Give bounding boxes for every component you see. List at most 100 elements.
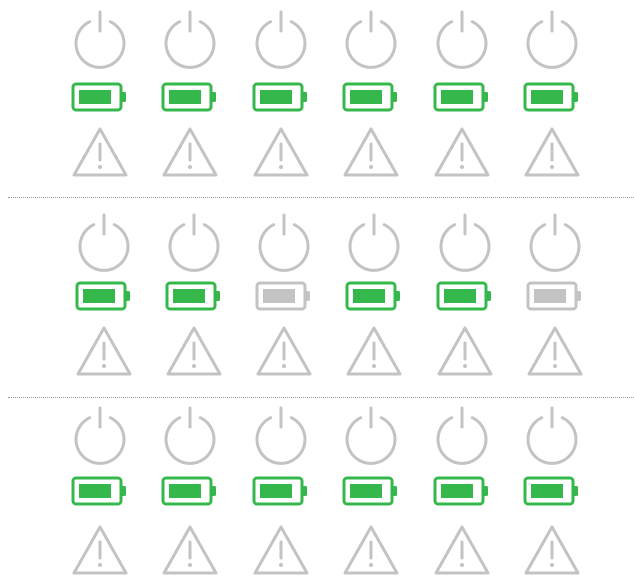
battery-level-fill	[79, 484, 111, 498]
warning-icon	[523, 524, 581, 578]
battery-level-fill	[444, 289, 476, 303]
warning-icon	[342, 524, 400, 578]
power-icon	[73, 406, 127, 465]
battery-level-fill	[260, 90, 292, 104]
warning-icon	[165, 325, 223, 379]
battery-icon	[71, 82, 129, 112]
battery-icon	[342, 476, 400, 506]
warning-symbol	[166, 326, 222, 376]
power-symbol	[164, 10, 216, 69]
warning-symbol	[76, 326, 132, 376]
battery-symbol	[523, 82, 578, 112]
battery-symbol	[433, 476, 488, 506]
warning-icon	[161, 524, 219, 578]
warning-symbol	[162, 525, 218, 575]
power-symbol	[258, 213, 310, 272]
power-icon	[525, 10, 579, 69]
battery-symbol	[255, 281, 310, 311]
battery-symbol	[165, 281, 220, 311]
warning-symbol	[346, 326, 402, 376]
power-icon	[528, 213, 582, 272]
battery-level-fill	[441, 90, 473, 104]
warning-symbol	[434, 127, 490, 177]
warning-symbol	[524, 525, 580, 575]
power-symbol	[436, 10, 488, 69]
battery-icon	[436, 281, 494, 311]
panel-1	[0, 0, 634, 198]
battery-symbol	[252, 82, 307, 112]
battery-level-fill	[350, 90, 382, 104]
battery-level-fill	[260, 484, 292, 498]
warning-icon	[433, 524, 491, 578]
battery-level-fill	[169, 484, 201, 498]
battery-level-fill	[173, 289, 205, 303]
warning-symbol	[527, 326, 583, 376]
power-symbol	[345, 406, 397, 465]
power-icon	[167, 213, 221, 272]
battery-icon	[523, 82, 581, 112]
power-icon	[435, 10, 489, 69]
warning-icon	[255, 325, 313, 379]
warning-icon	[345, 325, 403, 379]
battery-symbol	[71, 476, 126, 506]
battery-icon	[433, 476, 491, 506]
battery-icon	[345, 281, 403, 311]
warning-icon	[75, 325, 133, 379]
power-icon	[438, 213, 492, 272]
battery-icon	[523, 476, 581, 506]
power-icon	[163, 10, 217, 69]
power-symbol	[168, 213, 220, 272]
battery-icon	[526, 281, 584, 311]
battery-symbol	[161, 82, 216, 112]
warning-icon	[161, 126, 219, 180]
power-icon	[163, 406, 217, 465]
battery-level-fill	[169, 90, 201, 104]
warning-symbol	[437, 326, 493, 376]
battery-symbol	[252, 476, 307, 506]
warning-icon	[252, 126, 310, 180]
device-status-grid	[0, 0, 634, 576]
battery-level-fill	[441, 484, 473, 498]
battery-icon	[255, 281, 313, 311]
battery-level-fill	[350, 484, 382, 498]
battery-icon	[165, 281, 223, 311]
battery-symbol	[345, 281, 400, 311]
power-icon	[435, 406, 489, 465]
battery-icon	[252, 82, 310, 112]
warning-symbol	[72, 127, 128, 177]
power-symbol	[78, 213, 130, 272]
power-icon	[73, 10, 127, 69]
warning-symbol	[343, 525, 399, 575]
warning-icon	[342, 126, 400, 180]
power-icon	[254, 10, 308, 69]
warning-symbol	[72, 525, 128, 575]
power-symbol	[255, 10, 307, 69]
battery-level-fill	[83, 289, 115, 303]
power-icon	[525, 406, 579, 465]
power-symbol	[529, 213, 581, 272]
power-icon	[344, 406, 398, 465]
power-symbol	[439, 213, 491, 272]
power-symbol	[345, 10, 397, 69]
battery-symbol	[75, 281, 130, 311]
warning-symbol	[162, 127, 218, 177]
battery-icon	[252, 476, 310, 506]
power-symbol	[526, 10, 578, 69]
battery-symbol	[526, 281, 581, 311]
warning-symbol	[253, 127, 309, 177]
warning-symbol	[256, 326, 312, 376]
battery-level-fill	[531, 90, 563, 104]
warning-icon	[71, 126, 129, 180]
power-symbol	[526, 406, 578, 465]
battery-icon	[433, 82, 491, 112]
battery-symbol	[342, 82, 397, 112]
battery-symbol	[433, 82, 488, 112]
battery-icon	[71, 476, 129, 506]
battery-icon	[161, 82, 219, 112]
warning-symbol	[434, 525, 490, 575]
power-symbol	[436, 406, 488, 465]
warning-icon	[526, 325, 584, 379]
power-symbol	[74, 406, 126, 465]
power-icon	[344, 10, 398, 69]
battery-icon	[75, 281, 133, 311]
